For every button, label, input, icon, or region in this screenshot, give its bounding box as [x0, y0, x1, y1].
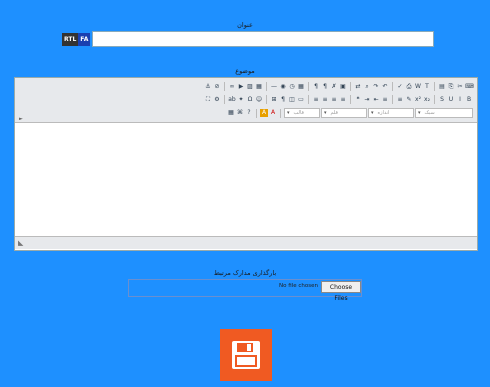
toolbar-row-1: ⌨ ✂ ⎘ ▤ T W ⎙ ✓ ↶ ↷ ⌕ ⇄ ▣ ✗ ¶ ¶ ▦ ◷ ◉ — ▦ ▨ ▶ ∞ ⊘ ⚓ — [204, 82, 474, 91]
justify-left-icon[interactable]: ≡ — [339, 96, 347, 104]
paste-text-icon[interactable]: T — [423, 83, 431, 91]
title-input[interactable] — [92, 31, 434, 47]
font-select[interactable]: ▾ قلم — [321, 108, 367, 118]
superscript-icon[interactable]: x² — [414, 96, 422, 104]
italic-icon[interactable]: I — [456, 96, 464, 104]
justify-full-icon[interactable]: ≡ — [312, 96, 320, 104]
fullscreen-icon[interactable]: ⛶ — [204, 96, 212, 104]
table-icon[interactable]: ▦ — [255, 83, 263, 91]
image-icon[interactable]: ▨ — [246, 83, 254, 91]
rich-text-editor: ⌨ ✂ ⎘ ▤ T W ⎙ ✓ ↶ ↷ ⌕ ⇄ ▣ ✗ ¶ ¶ ▦ ◷ ◉ — ▦ ▨ ▶ ∞ ⊘ ⚓ B I U Sx₂ x² ✎ ≡ ≡ ⇤ ⇥… — [14, 77, 478, 251]
undo-icon[interactable]: ↶ — [381, 83, 389, 91]
style-select[interactable]: ▾ سبک — [415, 108, 473, 118]
language-button[interactable]: FA — [78, 33, 91, 46]
source-icon[interactable]: ⌨ — [465, 83, 474, 91]
anchor-icon[interactable]: ⚓ — [204, 83, 212, 91]
abbr-icon[interactable]: ab — [228, 96, 236, 104]
strike-icon[interactable]: S — [438, 96, 446, 104]
cleanup-icon[interactable]: ✎ — [405, 96, 413, 104]
toolbar-separator — [350, 82, 351, 91]
toolbar-separator — [350, 95, 351, 104]
toolbar-separator — [434, 82, 435, 91]
attach-label: بارگذاری مدارک مرتبط — [213, 269, 277, 277]
blockquote-icon[interactable]: ❝ — [354, 96, 362, 104]
toolbar-row-3: ▾ سبک ▾ اندازه ▾ قلم ▾ قالب A A ? ⌘ ▦ — [227, 108, 473, 118]
link-icon[interactable]: ∞ — [228, 83, 236, 91]
cut-icon[interactable]: ✂ — [456, 83, 464, 91]
toolbar-row-2: B I U Sx₂ x² ✎ ≡ ≡ ⇤ ⇥ ❝ ≡ ≡ ≡ ≡ ▭ ◫ ¶ ⊞ ☺ Ω ✦ ab ⚙ ⛶ — [204, 95, 473, 104]
size-select[interactable]: ▾ اندازه — [368, 108, 414, 118]
visualaid-icon[interactable]: ▦ — [227, 109, 235, 117]
insert-time-icon[interactable]: ◷ — [288, 83, 296, 91]
subject-label: موضوع — [235, 67, 255, 75]
choose-files-button[interactable]: Choose Files — [321, 281, 361, 302]
absolute-icon[interactable]: ◫ — [288, 96, 296, 104]
toolbar-separator — [266, 82, 267, 91]
file-upload-box: No file chosen Choose Files — [128, 279, 362, 302]
spellcheck-icon[interactable]: ✓ — [396, 83, 404, 91]
help-icon[interactable]: ? — [245, 109, 253, 117]
paste-word-icon[interactable]: W — [414, 83, 422, 91]
justify-center-icon[interactable]: ≡ — [330, 96, 338, 104]
charmap-icon[interactable]: Ω — [246, 96, 254, 104]
floppy-disk-icon — [232, 341, 260, 369]
toolbar-separator — [392, 95, 393, 104]
title-row: RTL FA — [62, 31, 434, 47]
editor-toolbar: ⌨ ✂ ⎘ ▤ T W ⎙ ✓ ↶ ↷ ⌕ ⇄ ▣ ✗ ¶ ¶ ▦ ◷ ◉ — ▦ ▨ ▶ ∞ ⊘ ⚓ B I U Sx₂ x² ✎ ≡ ≡ ⇤ ⇥… — [15, 78, 477, 123]
hr-icon[interactable]: — — [270, 83, 278, 91]
emotions-icon[interactable]: ☺ — [255, 96, 263, 104]
indent-icon[interactable]: ⇥ — [363, 96, 371, 104]
rtl-icon[interactable]: ¶ — [321, 83, 329, 91]
code-icon[interactable]: ⌘ — [236, 109, 244, 117]
bold-icon[interactable]: B — [465, 96, 473, 104]
replace-icon[interactable]: ⇄ — [354, 83, 362, 91]
paste-icon[interactable]: ▤ — [438, 83, 446, 91]
editor-statusbar: ◣ — [15, 236, 477, 249]
outdent-icon[interactable]: ⇤ — [372, 96, 380, 104]
no-file-text: No file chosen — [279, 283, 318, 289]
special-icon[interactable]: ✦ — [237, 96, 245, 104]
save-button[interactable] — [220, 329, 272, 381]
justify-right-icon[interactable]: ≡ — [321, 96, 329, 104]
numlist-icon[interactable]: ≡ — [396, 96, 404, 104]
toolbar-separator — [392, 82, 393, 91]
redo-icon[interactable]: ↷ — [372, 83, 380, 91]
find-icon[interactable]: ⌕ — [363, 83, 371, 91]
resize-handle-icon[interactable]: ◣ — [18, 239, 23, 247]
rtl-button[interactable]: RTL — [62, 33, 79, 46]
format-select[interactable]: ▾ قالب — [284, 108, 320, 118]
copy-icon[interactable]: ⎘ — [447, 83, 455, 91]
select-all-icon[interactable]: ▣ — [339, 83, 347, 91]
toolbar-separator — [224, 82, 225, 91]
editor-content-area[interactable] — [15, 123, 477, 236]
media-icon[interactable]: ▶ — [237, 83, 245, 91]
ltr-icon[interactable]: ¶ — [312, 83, 320, 91]
text-color-icon[interactable]: A — [269, 109, 277, 117]
remove-format-icon[interactable]: ✗ — [330, 83, 338, 91]
toolbar-separator — [224, 95, 225, 104]
attribs-icon[interactable]: ⚙ — [213, 96, 221, 104]
background-color-icon[interactable]: A — [260, 109, 268, 117]
toolbar-collapse-arrow-icon[interactable]: ► — [19, 116, 23, 122]
styleprops-icon[interactable]: ¶ — [279, 96, 287, 104]
title-label: عنوان — [237, 21, 253, 29]
toolbar-separator — [308, 95, 309, 104]
unlink-icon[interactable]: ⊘ — [213, 83, 221, 91]
preview-icon[interactable]: ◉ — [279, 83, 287, 91]
underline-icon[interactable]: U — [447, 96, 455, 104]
bullist-icon[interactable]: ≡ — [381, 96, 389, 104]
toolbar-separator — [308, 82, 309, 91]
print-icon[interactable]: ⎙ — [405, 83, 413, 91]
insert-layer-icon[interactable]: ▭ — [297, 96, 305, 104]
subscript-icon[interactable]: x₂ — [423, 96, 431, 104]
toolbar-separator — [434, 95, 435, 104]
toolbar-separator — [256, 108, 257, 118]
toolbar-separator — [266, 95, 267, 104]
toolbar-separator — [280, 108, 281, 118]
pagebreak-icon[interactable]: ⊞ — [270, 96, 278, 104]
insert-date-icon[interactable]: ▦ — [297, 83, 305, 91]
